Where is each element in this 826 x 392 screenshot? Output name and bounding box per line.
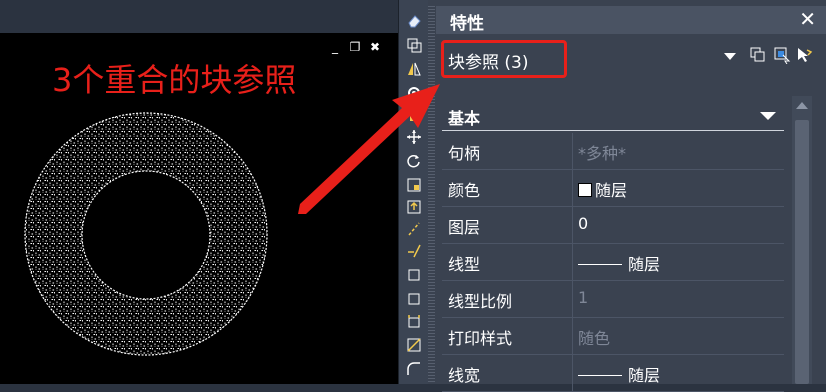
offset-icon[interactable] (405, 84, 423, 102)
property-label: 线型 (448, 255, 481, 274)
break-icon[interactable] (405, 290, 423, 308)
mirror-icon[interactable] (405, 60, 423, 78)
property-label: 线宽 (448, 366, 481, 385)
property-row-handle[interactable]: 句柄 *多种* (442, 133, 784, 170)
property-value: 随层 (595, 181, 628, 200)
property-row-layer[interactable]: 图层 0 (442, 207, 784, 244)
scroll-up-icon[interactable] (796, 102, 808, 109)
array-icon[interactable] (405, 108, 423, 126)
select-objects-icon[interactable] (772, 45, 792, 65)
property-value-wrap: 随层 (578, 251, 660, 275)
collapse-icon[interactable] (760, 112, 776, 120)
move-icon[interactable] (405, 128, 423, 146)
selection-highlight-box (441, 40, 567, 78)
modify-toolbar (398, 0, 430, 384)
extend-icon[interactable] (405, 242, 423, 260)
close-icon[interactable]: ✕ (799, 8, 816, 30)
property-label: 颜色 (448, 181, 481, 200)
column-divider (572, 244, 573, 280)
chamfer-icon[interactable] (405, 336, 423, 354)
trim-icon[interactable] (405, 220, 423, 238)
property-label: 图层 (448, 218, 481, 237)
column-divider (572, 355, 573, 391)
panel-grip[interactable] (428, 6, 435, 384)
drawing-canvas[interactable]: _ ❐ ✖ 3个重合的块参照 (0, 0, 398, 384)
color-swatch (578, 183, 592, 197)
property-value-wrap: 随层 (578, 177, 627, 201)
scale-icon[interactable] (405, 176, 423, 194)
property-row-plot-style[interactable]: 打印样式 随色 (442, 318, 784, 355)
section-basic[interactable]: 基本 (442, 100, 784, 131)
property-grid: 句柄 *多种* 颜色 随层 图层 0 线型 随层 线型比例 1 打印样式 随色 (442, 133, 784, 392)
column-divider (572, 207, 573, 243)
panel-header: 特性 ✕ (436, 6, 826, 34)
chevron-down-icon[interactable] (724, 53, 736, 60)
quick-select-icon[interactable] (794, 45, 814, 65)
column-divider (572, 133, 573, 169)
eraser-icon[interactable] (405, 12, 423, 30)
column-divider (572, 281, 573, 317)
copy-icon[interactable] (405, 36, 423, 54)
fillet-icon[interactable] (405, 360, 423, 378)
join-icon[interactable] (405, 312, 423, 330)
column-divider (572, 170, 573, 206)
property-label: 线型比例 (448, 292, 513, 311)
stretch-icon[interactable] (405, 198, 423, 216)
section-label: 基本 (448, 109, 481, 128)
property-label: 句柄 (448, 144, 481, 163)
property-value: 随色 (578, 329, 611, 348)
break-at-point-icon[interactable] (405, 266, 423, 284)
column-divider (572, 318, 573, 354)
toggle-pickadd-icon[interactable] (748, 45, 768, 65)
hatched-ring-block[interactable] (0, 0, 398, 384)
property-row-linetype[interactable]: 线型 随层 (442, 244, 784, 281)
property-row-color[interactable]: 颜色 随层 (442, 170, 784, 207)
panel-scrollbar[interactable] (792, 96, 812, 384)
rotate-icon[interactable] (405, 152, 423, 170)
property-value: 随层 (628, 255, 661, 274)
property-value-wrap: 随层 (578, 362, 660, 386)
line-sample (578, 264, 622, 265)
property-value: 1 (578, 288, 589, 307)
property-value: *多种* (578, 144, 627, 163)
property-label: 打印样式 (448, 329, 513, 348)
line-sample (578, 375, 622, 376)
scroll-thumb[interactable] (795, 120, 809, 384)
panel-title: 特性 (450, 14, 484, 34)
property-row-linetype-scale[interactable]: 线型比例 1 (442, 281, 784, 318)
property-value: 随层 (628, 366, 661, 385)
property-value: 0 (578, 214, 589, 233)
property-row-lineweight[interactable]: 线宽 随层 (442, 355, 784, 392)
